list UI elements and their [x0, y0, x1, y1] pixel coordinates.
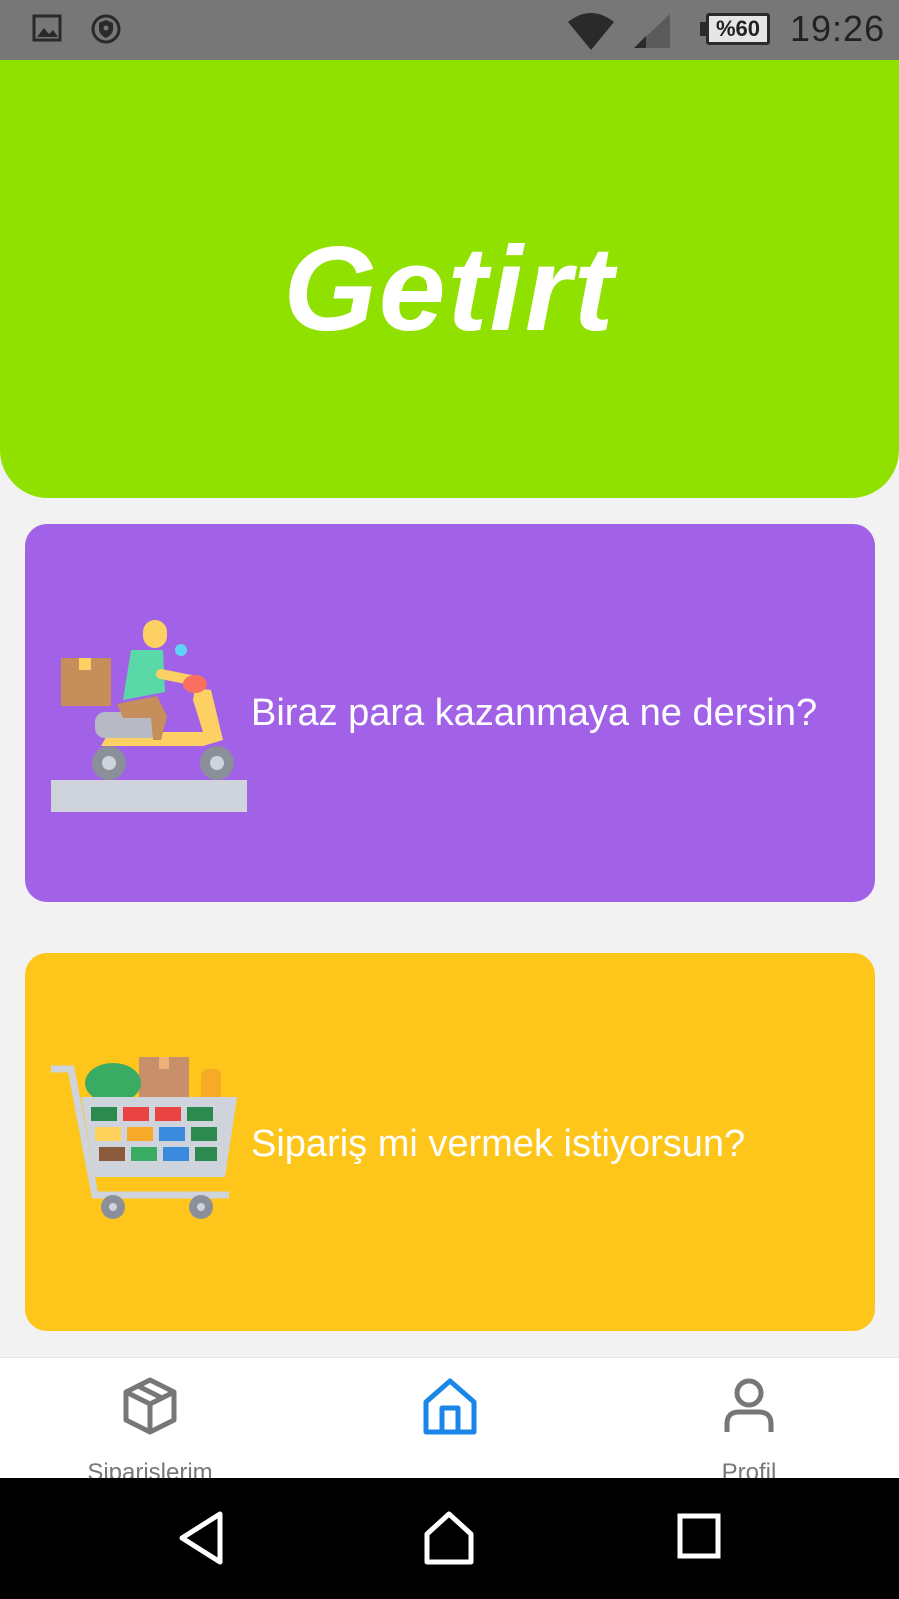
- nav-item-orders[interactable]: Siparişlerim: [0, 1358, 300, 1485]
- nav-item-profile[interactable]: Profil: [599, 1358, 899, 1485]
- status-bar: %60 19:26: [0, 0, 899, 60]
- hero-banner: Getirt: [0, 60, 899, 498]
- courier-card-text: Biraz para kazanmaya ne dersin?: [251, 692, 818, 734]
- order-card[interactable]: Sipariş mi vermek istiyorsun?: [25, 953, 875, 1331]
- nav-item-home[interactable]: [300, 1358, 600, 1479]
- system-navigation-bar: [0, 1478, 899, 1599]
- courier-card[interactable]: Biraz para kazanmaya ne dersin?: [25, 524, 875, 902]
- home-outline-icon[interactable]: [423, 1510, 475, 1566]
- wifi-icon: [568, 13, 614, 50]
- shield-icon: [91, 14, 121, 44]
- status-clock: 19:26: [790, 8, 886, 49]
- shopping-cart-illustration: [51, 1057, 237, 1219]
- home-icon: [423, 1378, 477, 1435]
- recents-icon[interactable]: [676, 1510, 722, 1562]
- bottom-navigation: Siparişlerim Profil: [0, 1357, 899, 1485]
- app-brand-title: Getirt: [283, 222, 616, 356]
- image-icon: [32, 14, 62, 42]
- user-icon: [724, 1378, 774, 1432]
- order-card-text: Sipariş mi vermek istiyorsun?: [251, 1123, 746, 1165]
- battery-indicator: %60: [706, 13, 770, 45]
- back-icon[interactable]: [176, 1510, 226, 1566]
- package-icon: [123, 1377, 177, 1435]
- courier-scooter-illustration: [51, 620, 247, 812]
- signal-icon: [634, 14, 670, 48]
